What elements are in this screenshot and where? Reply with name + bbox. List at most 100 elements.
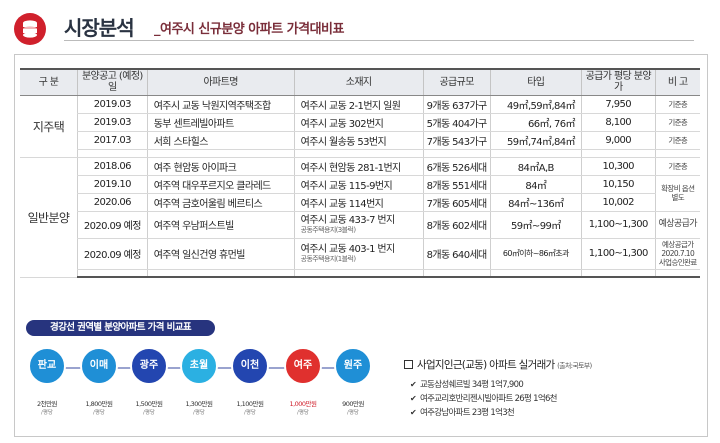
cell-price: 9,000 [580, 131, 656, 150]
cell-address: 여주시 교동 115-9번지 [293, 175, 424, 194]
group-label: 지주택 [20, 95, 78, 158]
cell-price: 8,100 [580, 113, 656, 132]
cell-date: 2020.09 예정 [77, 211, 148, 239]
cell-address: 여주시 교동 114번지 [293, 193, 424, 212]
station-price: 1,500만원 [135, 400, 163, 408]
group-label: 일반분양 [20, 157, 78, 278]
cell-address: 여주시 교동 403-1 번지 공동주택용지(1블럭) [293, 238, 424, 270]
station-chowol: 초월 1,300만원 /평당 [180, 347, 218, 416]
cell-price: 10,150 [580, 175, 656, 194]
station-badge: 이천 [231, 347, 269, 385]
price-table: 구 분 분양공고 (예정)일 아파트명 소재지 공급규모 타입 공급가 평당 분… [20, 68, 700, 278]
cell-type: 84㎡A,B [489, 157, 582, 176]
cell-note: 확장비 옵션별도 [654, 175, 700, 212]
col-header: 공급규모 [422, 68, 491, 96]
table-row: 지주택 2019.03 여주시 교동 낙원지역주택조합 여주시 교동 2-1번지… [20, 95, 700, 158]
compare-title: 경강선 권역별 분양아파트 가격 비교표 [26, 320, 215, 336]
cell-scale: 8개동 602세대 [422, 211, 491, 239]
col-header: 아파트명 [146, 68, 295, 96]
table-row: 2020.09 예정 여주역 일신건영 휴먼빌 여주시 교동 403-1 번지 … [20, 238, 700, 270]
station-yeoju: 여주 1,000만원 /평당 [284, 347, 322, 416]
spacer-row [20, 149, 700, 158]
col-header: 공급가 평당 분양가 [580, 68, 656, 96]
station-price: 900만원 [342, 400, 364, 408]
cell-scale: 6개동 526세대 [422, 157, 491, 176]
station-badge: 원주 [334, 347, 372, 385]
address-line: 여주시 교동 403-1 번지 [300, 243, 396, 255]
page-title: 시장분석 [64, 16, 135, 40]
trade-title: 사업지인근(교동) 아파트 실거래가 (출처:국토부) [404, 357, 674, 372]
trade-item: ✔ 여주교리호반리젠시빌아파트 26평 1억6천 [410, 392, 674, 406]
cell-scale: 7개동 605세대 [422, 193, 491, 212]
station-badge: 판교 [28, 347, 66, 385]
cell-price: 10,300 [580, 157, 656, 176]
cell-name: 서희 스타힐스 [146, 131, 295, 150]
table-row: 2019.10 여주역 대우푸르지오 클라레드 여주시 교동 115-9번지 8… [20, 175, 700, 212]
station-badge: 초월 [180, 347, 218, 385]
cell-scale: 8개동 551세대 [422, 175, 491, 194]
cell-name: 여주역 우남퍼스트빌 [146, 211, 295, 239]
cell-date: 2019.03 [77, 113, 148, 132]
station-badge: 이매 [80, 347, 118, 385]
trade-title-text: 사업지인근(교동) 아파트 실거래가 [417, 359, 555, 371]
station-unit: /평당 [193, 410, 205, 416]
trade-item: ✔ 교동삼성쉐르빌 34평 1억7,900 [410, 378, 674, 392]
table-row: 일반분양 2018.06 여주 현암동 아이파크 여주시 현암동 281-1번지… [20, 157, 700, 278]
col-header: 분양공고 (예정)일 [77, 68, 148, 96]
title-divider [64, 40, 694, 41]
station-icheon: 이천 1,100만원 /평당 [231, 347, 269, 416]
trade-source: (출처:국토부) [557, 362, 592, 370]
cell-scale: 5개동 404가구 [422, 113, 491, 132]
col-header: 타입 [489, 68, 582, 96]
table-row: 2020.06 여주역 금호어울림 베르티스 여주시 교동 114번지 7개동 … [20, 193, 700, 212]
checkmark-icon: ✔ [410, 408, 417, 417]
station-price: 1,800만원 [85, 400, 113, 408]
cell-type: 60㎡이하~86㎡초과 [489, 238, 582, 270]
cell-note: 기준층 [654, 113, 700, 132]
page-header: 시장분석 _여주시 신규분양 아파트 가격대비표 [0, 0, 720, 56]
spacer-row [20, 269, 700, 278]
cell-date: 2020.09 예정 [77, 238, 148, 270]
cell-scale: 9개동 637가구 [422, 95, 491, 114]
cell-name: 여주 현암동 아이파크 [146, 157, 295, 176]
station-price: 1,100만원 [236, 400, 264, 408]
trade-item-text: 여주교리호반리젠시빌아파트 26평 1억6천 [420, 394, 557, 404]
station-price: 1,000만원 [289, 400, 317, 408]
station-pangyo: 판교 2천만원 /평당 [28, 347, 66, 416]
address-line: 여주시 교동 433-7 번지 [300, 214, 396, 226]
station-unit: /평당 [297, 410, 309, 416]
cell-type: 84㎡ [489, 175, 582, 194]
station-badge: 광주 [130, 347, 168, 385]
cell-type: 49㎡,59㎡,84㎡ [489, 95, 582, 114]
station-unit: /평당 [347, 410, 359, 416]
trade-item-text: 여주강남아파트 23평 1억3천 [420, 408, 515, 418]
cell-note: 기준층 [654, 131, 700, 150]
table-row: 2019.03 동부 센트레빌아파트 여주시 교동 302번지 5개동 404가… [20, 113, 700, 132]
station-unit: /평당 [143, 410, 155, 416]
station-badge: 여주 [284, 347, 322, 385]
col-header: 구 분 [20, 68, 78, 96]
cell-date: 2017.03 [77, 131, 148, 150]
cell-price: 10,002 [580, 193, 656, 212]
address-subline: 공동주택용지(3블럭) [300, 225, 356, 234]
cell-name: 여주역 일신건영 휴먼빌 [146, 238, 295, 270]
address-subline: 공동주택용지(1블럭) [300, 254, 356, 263]
cell-name: 여주역 금호어울림 베르티스 [146, 193, 295, 212]
page-subtitle: _여주시 신규분양 아파트 가격대비표 [154, 22, 344, 37]
station-wonju: 원주 900만원 /평당 [334, 347, 372, 416]
checkmark-icon: ✔ [410, 380, 417, 389]
station-unit: /평당 [244, 410, 256, 416]
cell-date: 2018.06 [77, 157, 148, 176]
table-row: 2017.03 서희 스타힐스 여주시 월송동 53번지 7개동 543가구 5… [20, 131, 700, 150]
cell-type: 84㎡~136㎡ [489, 193, 582, 212]
station-unit: /평당 [41, 410, 53, 416]
cell-address: 여주시 교동 2-1번지 일원 [293, 95, 424, 114]
cell-date: 2019.03 [77, 95, 148, 114]
station-price: 1,300만원 [185, 400, 213, 408]
cell-address: 여주시 현암동 281-1번지 [293, 157, 424, 176]
cell-scale: 8개동 640세대 [422, 238, 491, 270]
cell-address: 여주시 교동 302번지 [293, 113, 424, 132]
cell-name: 동부 센트레빌아파트 [146, 113, 295, 132]
cell-address: 여주시 월송동 53번지 [293, 131, 424, 150]
col-header: 비 고 [654, 68, 700, 96]
